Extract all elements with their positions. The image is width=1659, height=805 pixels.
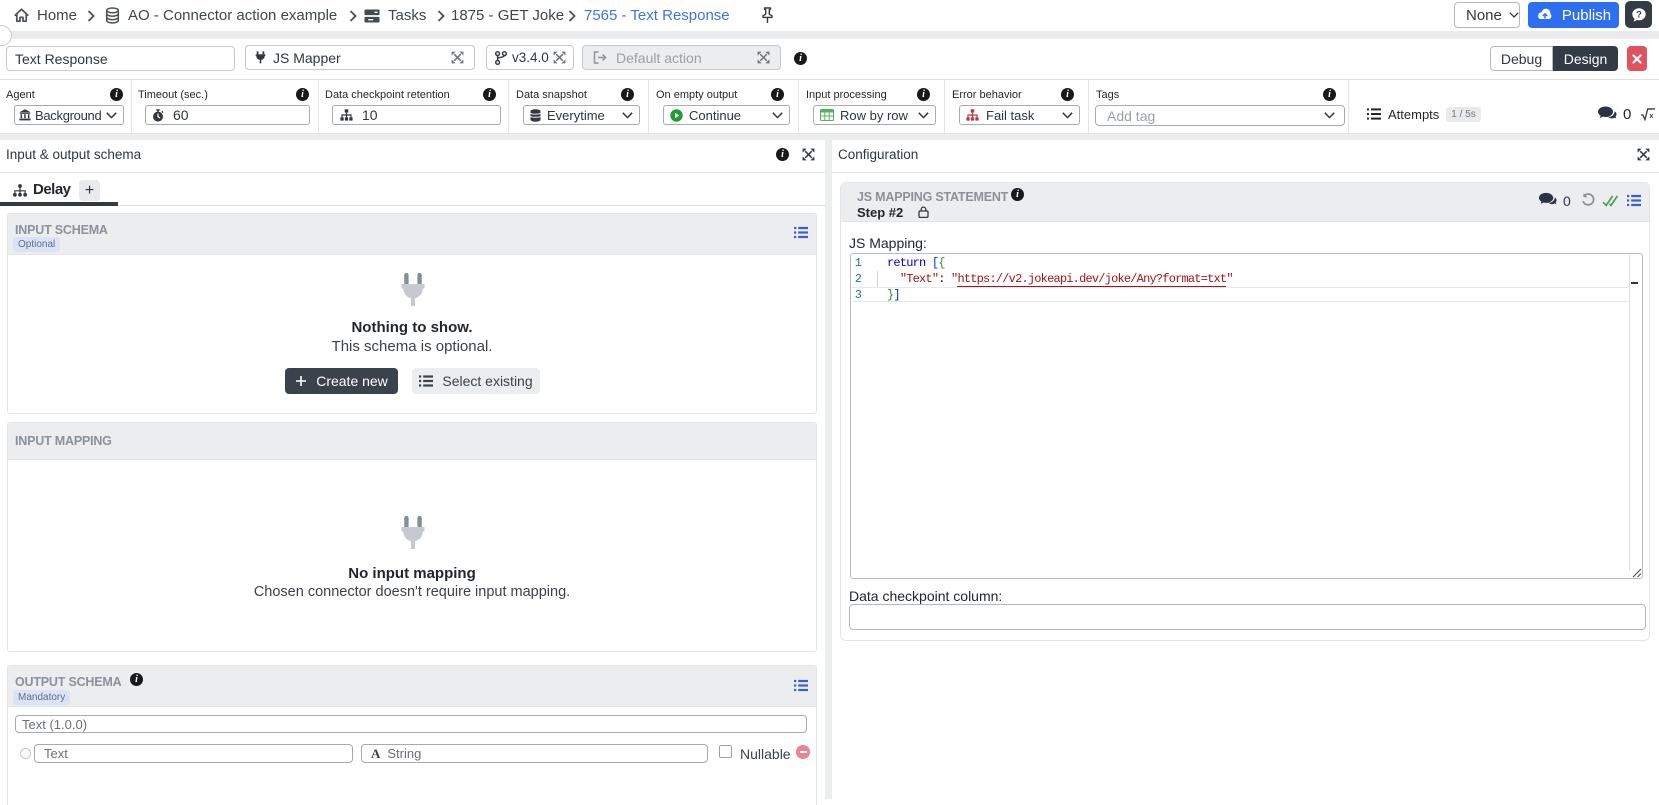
svg-text:x: x <box>1650 111 1655 120</box>
svg-text:?: ? <box>1636 9 1642 20</box>
